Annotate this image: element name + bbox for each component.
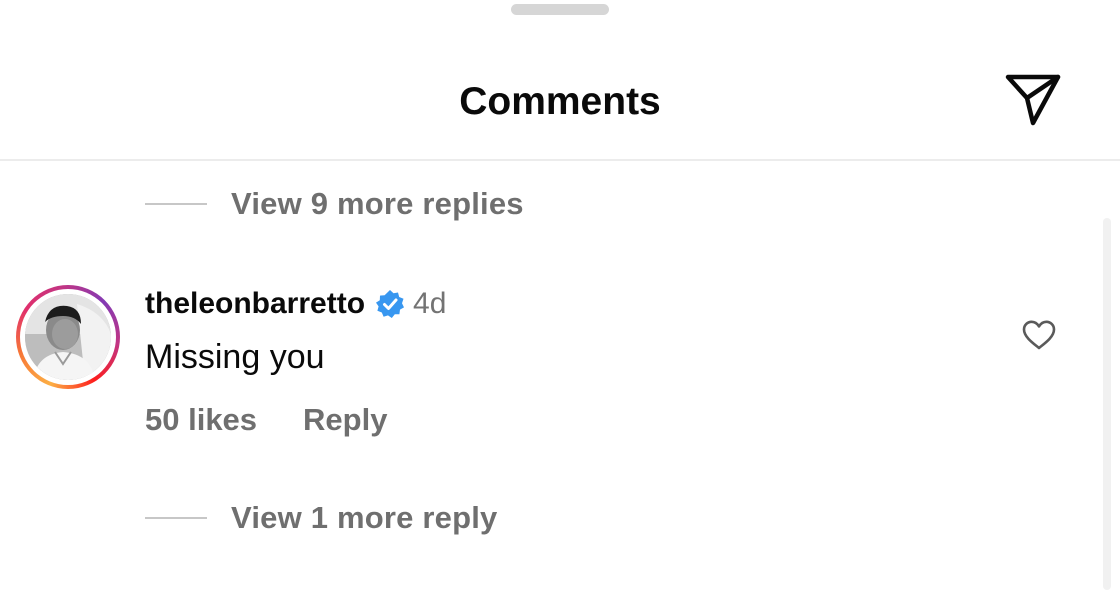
comment-actions: 50 likes Reply bbox=[145, 398, 387, 442]
send-icon bbox=[1005, 74, 1061, 126]
verified-badge-icon bbox=[375, 289, 405, 319]
comments-sheet: Comments View 9 more replies theleonbarr… bbox=[0, 0, 1120, 590]
replies-line bbox=[145, 517, 207, 519]
comment-username[interactable]: theleonbarretto bbox=[145, 287, 365, 321]
likes-count[interactable]: 50 likes bbox=[145, 402, 257, 438]
header-divider bbox=[0, 159, 1120, 161]
avatar-border bbox=[20, 289, 116, 385]
view-more-replies-label: View 1 more reply bbox=[231, 500, 498, 535]
view-more-replies-top[interactable]: View 9 more replies bbox=[145, 182, 524, 226]
comment-header: theleonbarretto 4d bbox=[145, 282, 446, 326]
replies-line bbox=[145, 203, 207, 205]
heart-outline-icon bbox=[1022, 320, 1056, 350]
view-more-replies-label: View 9 more replies bbox=[231, 186, 524, 221]
scrollbar[interactable] bbox=[1103, 218, 1111, 590]
avatar[interactable] bbox=[16, 285, 120, 389]
reply-button[interactable]: Reply bbox=[303, 402, 387, 438]
avatar-photo bbox=[25, 294, 111, 380]
page-title: Comments bbox=[459, 80, 661, 123]
sheet-drag-handle[interactable] bbox=[511, 4, 609, 15]
share-button[interactable] bbox=[1000, 70, 1066, 130]
comment-text: Missing you bbox=[145, 338, 325, 376]
comment-timestamp: 4d bbox=[413, 287, 447, 320]
like-button[interactable] bbox=[1016, 314, 1062, 356]
view-more-replies-bottom[interactable]: View 1 more reply bbox=[145, 496, 497, 540]
profile-photo-icon bbox=[25, 294, 111, 380]
